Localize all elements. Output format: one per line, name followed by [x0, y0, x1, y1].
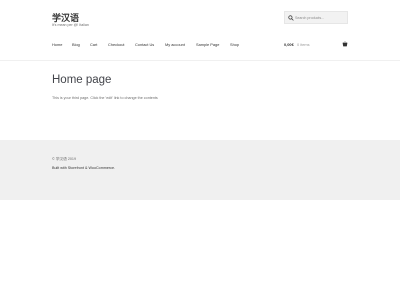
footer-built-with-link[interactable]: Built with Storefront & WooCommerce.	[52, 166, 115, 170]
nav-item-home[interactable]: Home	[52, 42, 62, 47]
page-title: Home page	[52, 74, 112, 86]
site-footer: © 学汉语 2019 Built with Storefront & WooCo…	[0, 140, 400, 200]
search-input[interactable]	[294, 12, 348, 24]
header-divider	[0, 60, 400, 61]
nav-item-cart[interactable]: Cart	[90, 42, 97, 47]
site-description: It's mean per @! Italian	[52, 23, 89, 27]
search-box[interactable]	[284, 11, 348, 24]
cart-count: 0 items	[297, 42, 310, 47]
nav-item-checkout[interactable]: Checkout	[108, 42, 124, 47]
cart-amount: 0,00€	[284, 42, 294, 47]
nav-item-contact-us[interactable]: Contact Us	[135, 42, 154, 47]
nav-item-sample-page[interactable]: Sample Page	[196, 42, 219, 47]
nav-item-my-account[interactable]: My account	[165, 42, 185, 47]
nav-item-shop[interactable]: Shop	[230, 42, 239, 47]
site-header: 学汉语 It's mean per @! Italian Home Blog C…	[0, 0, 400, 62]
page-content: This is your third page. Click the 'edit…	[52, 96, 158, 100]
shopping-basket-icon	[342, 41, 348, 47]
header-cart[interactable]: 0,00€ 0 items	[284, 41, 348, 50]
footer-copyright: © 学汉语 2019	[52, 157, 77, 161]
nav-item-blog[interactable]: Blog	[72, 42, 80, 47]
